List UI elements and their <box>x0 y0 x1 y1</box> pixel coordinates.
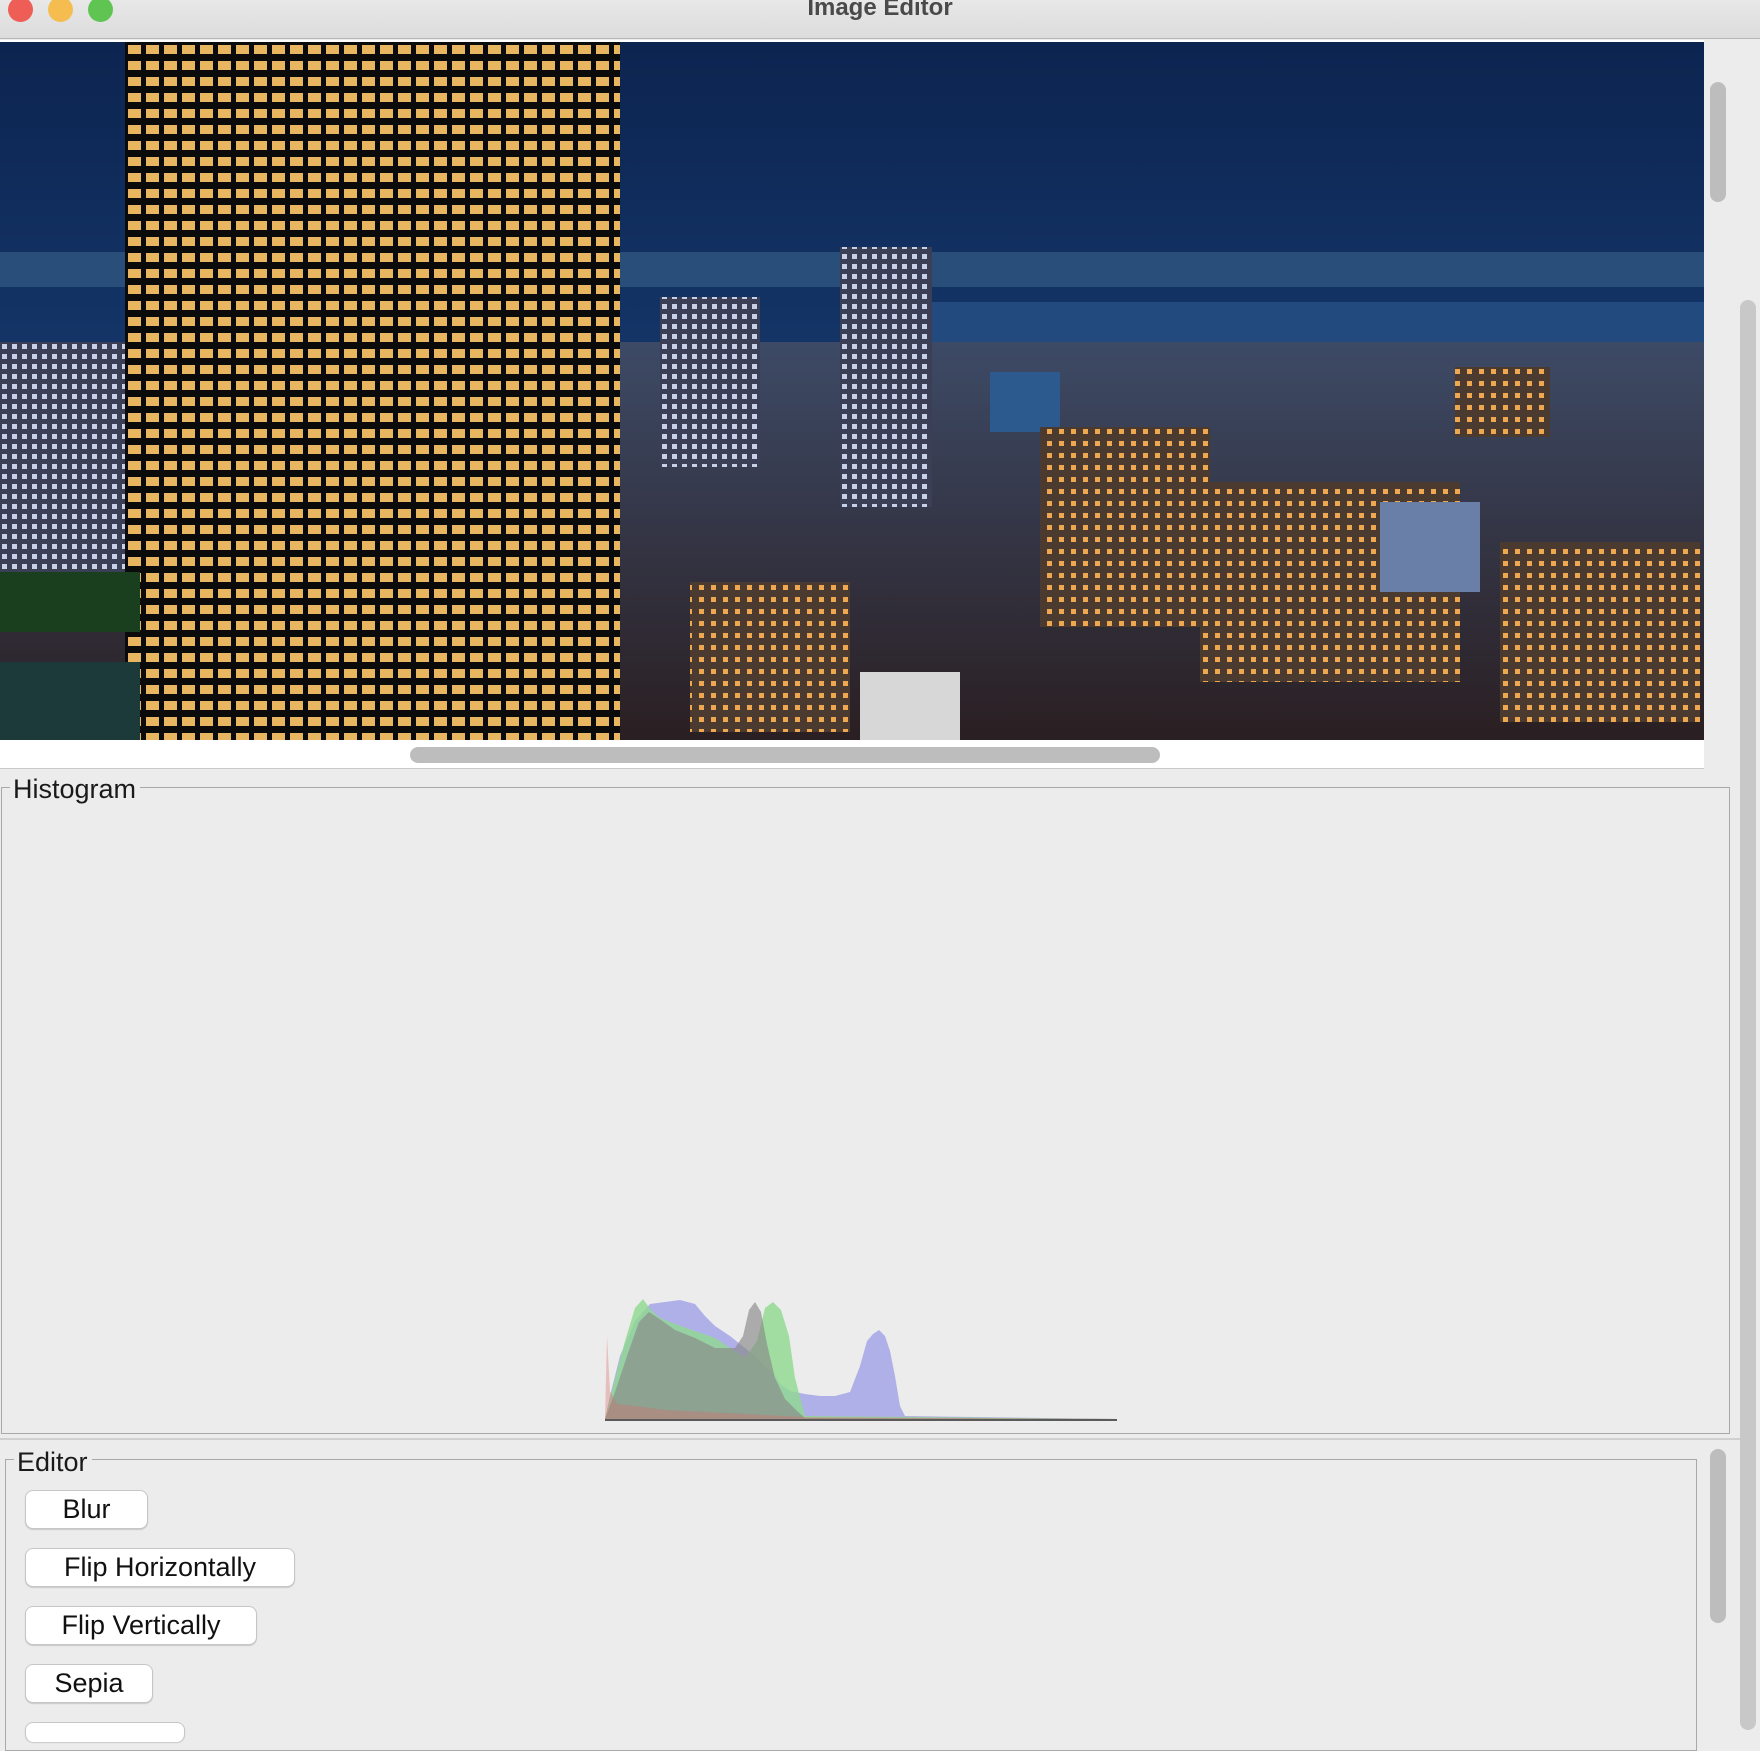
partially-visible-button[interactable] <box>25 1722 185 1742</box>
editor-vertical-scrollbar-thumb[interactable] <box>1710 1449 1726 1623</box>
image-scroll-pane[interactable] <box>0 40 1726 769</box>
flip-horizontally-button[interactable]: Flip Horizontally <box>25 1548 295 1587</box>
image-vertical-scrollbar-thumb[interactable] <box>1710 82 1726 202</box>
photo-city-skyline <box>0 42 1704 740</box>
sepia-button[interactable]: Sepia <box>25 1664 153 1703</box>
histogram-graph <box>605 1299 1117 1421</box>
title-bar: Image Editor <box>0 0 1760 39</box>
window-title: Image Editor <box>807 0 953 21</box>
window-vertical-scrollbar-thumb[interactable] <box>1740 300 1756 1730</box>
horizontal-scrollbar-thumb[interactable] <box>410 747 1160 763</box>
editor-panel <box>5 1459 1697 1751</box>
flip-vertically-button[interactable]: Flip Vertically <box>25 1606 257 1645</box>
editor-title: Editor <box>14 1447 92 1477</box>
histogram-title: Histogram <box>10 774 141 804</box>
pane-separator <box>0 1438 1740 1440</box>
photo-graphic <box>0 42 1704 740</box>
blur-button[interactable]: Blur <box>25 1490 148 1529</box>
